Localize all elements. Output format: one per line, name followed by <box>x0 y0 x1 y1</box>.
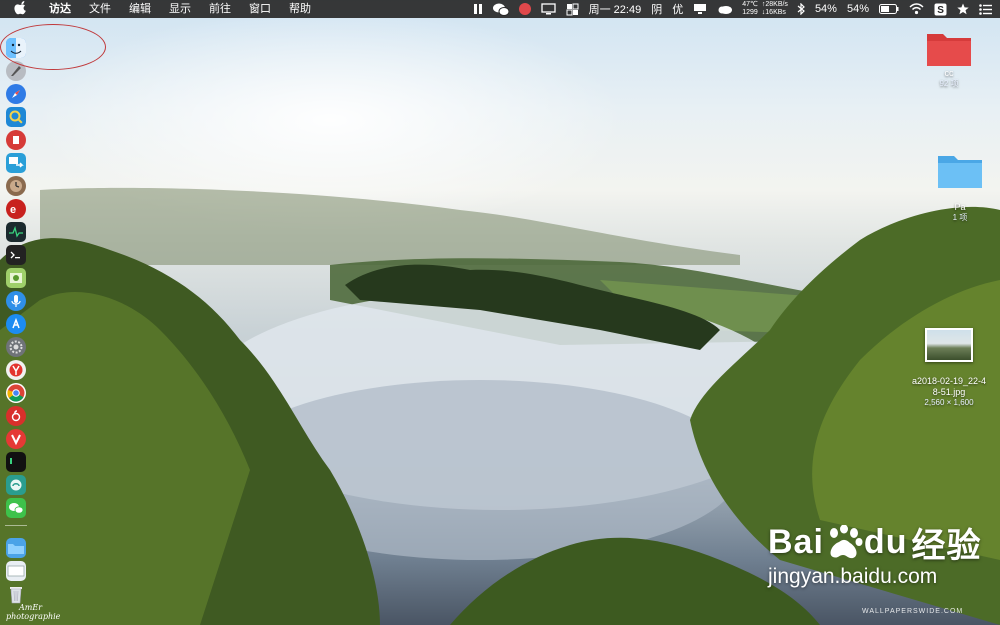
menu-window[interactable]: 窗口 <box>240 0 280 18</box>
menu-view[interactable]: 显示 <box>160 0 200 18</box>
dock: e <box>0 30 32 625</box>
signature-line-2: photographie <box>6 612 61 621</box>
wechat-tray-icon[interactable] <box>488 0 514 18</box>
star-icon[interactable] <box>952 0 974 18</box>
menu-help[interactable]: 帮助 <box>280 0 320 18</box>
baidu-logo-text-2: du <box>863 523 908 561</box>
wechat-icon[interactable] <box>6 498 26 518</box>
photographer-signature: AmEr photographie <box>6 603 60 621</box>
desktop-icon[interactable] <box>6 561 26 581</box>
vivaldi-icon[interactable] <box>6 429 26 449</box>
monitor-status-icon[interactable] <box>688 0 712 18</box>
preview-icon[interactable] <box>6 107 26 127</box>
network-monitor[interactable]: 47℃ ↑28KB/s 1299 ↓16KBs <box>738 1 792 17</box>
siri-icon[interactable] <box>6 291 26 311</box>
baidu-url: jingyan.baidu.com <box>768 565 938 588</box>
s-app-icon[interactable]: S <box>929 0 952 18</box>
desktop-item-dimensions: 2,560 × 1,600 <box>924 398 974 407</box>
cloud-weather-icon[interactable] <box>712 0 738 18</box>
desktop-item-name-line1: a2018-02-19_22-4 <box>911 376 987 386</box>
desktop-folder-pa[interactable]: Pa 1 项 <box>920 150 1000 223</box>
wifi-icon[interactable] <box>904 0 929 18</box>
baidu-logo-text-1: Bai <box>768 523 824 561</box>
svg-text:S: S <box>937 5 944 16</box>
cpu-stat: 1299 <box>742 9 758 16</box>
menu-file[interactable]: 文件 <box>80 0 120 18</box>
baidu-jingyan-text: 经验 <box>911 527 982 565</box>
download-speed: ↓16KBs <box>761 9 786 16</box>
notification-center-icon[interactable] <box>974 0 1000 18</box>
bookmark-tray-icon[interactable] <box>468 0 488 18</box>
menu-edit[interactable]: 编辑 <box>120 0 160 18</box>
desktop-item-count: 1 项 <box>952 213 968 222</box>
input-method-text[interactable]: 优 <box>667 0 688 18</box>
migration-icon[interactable] <box>6 153 26 173</box>
system-preferences-icon[interactable] <box>6 337 26 357</box>
desktop-item-count: 92 项 <box>939 79 959 88</box>
menu-bar: 访达 文件 编辑 显示 前往 窗口 帮助 周一 22:49 阴 优 47℃ ↑2… <box>0 0 1000 18</box>
red-folder-icon <box>927 34 971 66</box>
yandex-icon[interactable] <box>6 360 26 380</box>
baidu-watermark: Bai du 经验 jingyan.baidu.com <box>768 518 981 589</box>
apple-menu-icon[interactable] <box>0 0 40 18</box>
window-grid-icon[interactable] <box>561 0 584 18</box>
highlight-annotation <box>0 24 106 70</box>
app-store-icon[interactable] <box>6 314 26 334</box>
signature-line-1: AmEr <box>19 603 43 612</box>
chrome-icon[interactable] <box>6 383 26 403</box>
activity-monitor-icon[interactable] <box>6 222 26 242</box>
image-capture-icon[interactable] <box>6 268 26 288</box>
netease-icon[interactable]: e <box>6 199 26 219</box>
notification-badge-icon[interactable] <box>514 0 536 18</box>
weather-text[interactable]: 阴 <box>646 0 667 18</box>
cpu-temp: 47℃ <box>742 1 758 8</box>
clock-text[interactable]: 周一 22:49 <box>584 0 647 18</box>
svg-text:e: e <box>10 204 16 216</box>
blue-folder-icon <box>938 156 982 188</box>
upload-speed: ↑28KB/s <box>761 1 788 8</box>
iterm-icon[interactable] <box>6 452 26 472</box>
menu-go[interactable]: 前往 <box>200 0 240 18</box>
cloud-app-icon[interactable] <box>6 475 26 495</box>
battery-percent-2[interactable]: 54% <box>842 0 874 18</box>
terminal-icon[interactable] <box>6 245 26 265</box>
trash-icon[interactable] <box>6 584 26 604</box>
baidu-paw-icon <box>829 524 863 558</box>
wallpaperswide-watermark: WALLPAPERSWIDE.COM <box>862 608 964 615</box>
desktop-item-name: cc <box>944 68 954 78</box>
desktop-folder-cc[interactable]: cc 92 项 <box>910 30 988 89</box>
airplay-monitor-icon[interactable] <box>536 0 561 18</box>
dictionary-icon[interactable] <box>6 130 26 150</box>
bluetooth-icon[interactable] <box>792 0 810 18</box>
dock-separator <box>5 525 27 526</box>
battery-percent-1[interactable]: 54% <box>810 0 842 18</box>
desktop-file-jpg[interactable]: a2018-02-19_22-4 8-51.jpg 2,560 × 1,600 <box>900 328 998 408</box>
image-thumbnail <box>925 328 973 362</box>
clock-icon[interactable] <box>6 176 26 196</box>
netease-music-icon[interactable] <box>6 406 26 426</box>
safari-icon[interactable] <box>6 84 26 104</box>
desktop-item-name: Pa <box>954 202 966 212</box>
desktop-item-name-line2: 8-51.jpg <box>932 387 966 397</box>
menu-app-finder[interactable]: 访达 <box>40 0 80 18</box>
folder-icon[interactable] <box>6 538 26 558</box>
battery-icon[interactable] <box>874 0 904 18</box>
